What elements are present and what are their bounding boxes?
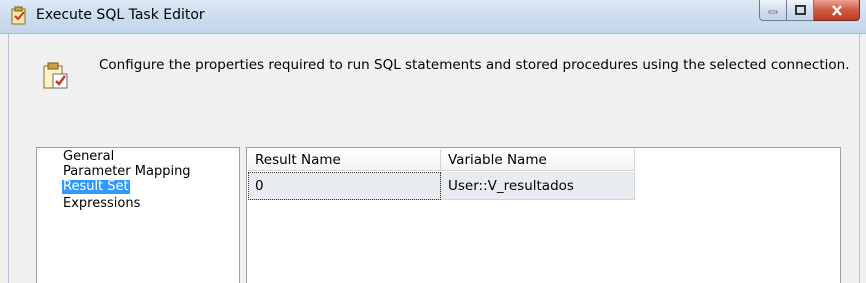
grid-header: Result Name Variable Name	[248, 149, 635, 171]
column-header-result-name[interactable]: Result Name	[248, 149, 441, 171]
maximize-icon	[794, 5, 806, 15]
window-controls	[759, 0, 860, 21]
window-title: Execute SQL Task Editor	[36, 7, 205, 23]
minimize-button[interactable]	[759, 0, 787, 21]
close-icon	[831, 4, 842, 16]
variable-name-cell[interactable]: User::V_resultados	[441, 172, 635, 200]
nav-item-expressions[interactable]: Expressions	[62, 197, 141, 211]
result-name-cell[interactable]: 0	[248, 172, 441, 200]
maximize-button[interactable]	[787, 0, 814, 21]
nav-list: General Parameter Mapping Result Set Exp…	[36, 147, 240, 283]
task-editor-icon	[11, 6, 26, 25]
minimize-icon	[768, 10, 778, 14]
header-description: Configure the properties required to run…	[99, 57, 850, 73]
table-row[interactable]: 0 User::V_resultados	[248, 172, 635, 200]
title-bar[interactable]: Execute SQL Task Editor	[0, 0, 866, 34]
nav-item-parameter-mapping[interactable]: Parameter Mapping	[62, 165, 192, 179]
close-button[interactable]	[814, 0, 860, 21]
nav-item-result-set[interactable]: Result Set	[62, 180, 130, 194]
nav-item-general[interactable]: General	[62, 150, 115, 164]
execute-sql-task-editor-window: Execute SQL Task Editor Configure the pr…	[0, 0, 866, 283]
dialog-client-area: Configure the properties required to run…	[8, 34, 860, 283]
sql-task-icon	[43, 62, 68, 89]
column-header-variable-name[interactable]: Variable Name	[441, 149, 635, 171]
result-set-grid: Result Name Variable Name 0 User::V_resu…	[246, 147, 841, 283]
